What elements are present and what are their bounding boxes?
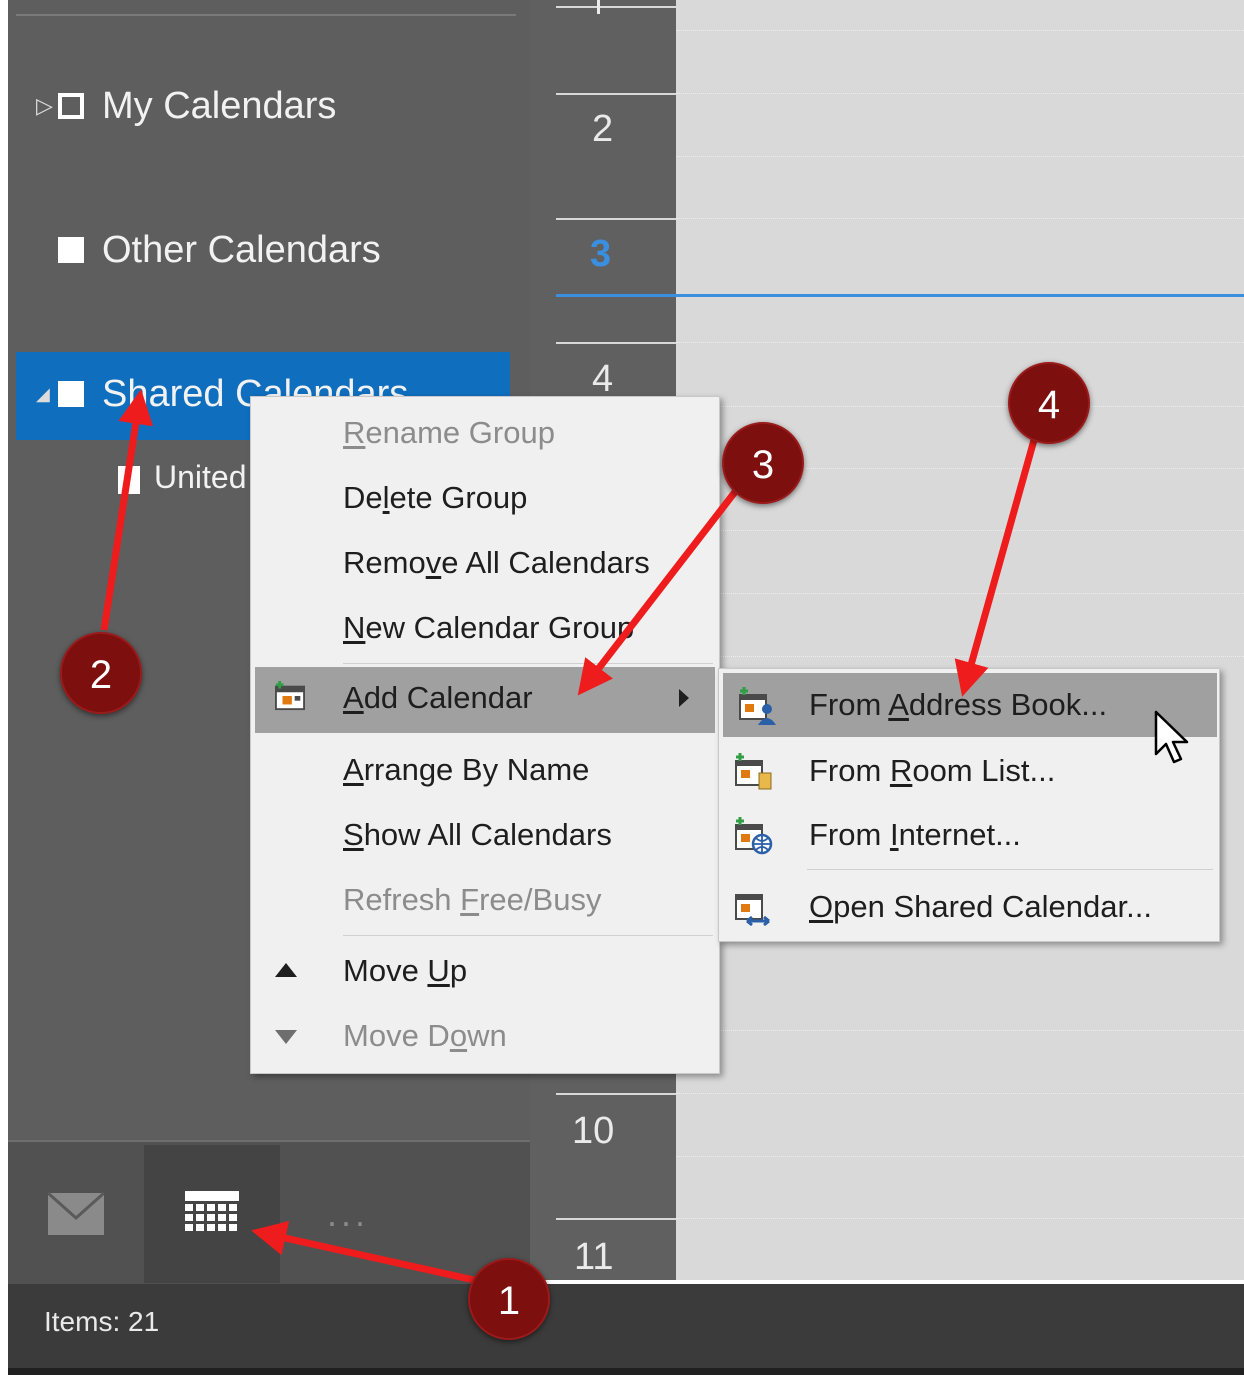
nav-calendar-button[interactable] (144, 1145, 280, 1283)
internet-icon (735, 817, 773, 855)
menu-item-rename-group[interactable]: Rename Group (251, 405, 719, 463)
status-bar: Items: 21 (8, 1284, 1244, 1370)
group-other-calendars[interactable]: Other Calendars (36, 218, 381, 278)
address-book-icon (739, 687, 776, 725)
callout-badge-2: 2 (60, 632, 142, 714)
group-label: Other Calendars (102, 228, 381, 271)
collapse-chevron-icon[interactable]: ◢ (36, 364, 58, 424)
submenu-item-from-internet[interactable]: From Internet... (719, 803, 1219, 867)
menu-item-new-calendar-group[interactable]: New Calendar Group (251, 600, 719, 658)
hour-line (556, 93, 676, 95)
hour-label: 11 (574, 1236, 614, 1278)
submenu-arrow-icon (679, 689, 689, 707)
submenu-item-open-shared-calendar[interactable]: Open Shared Calendar... (719, 875, 1219, 939)
callout-badge-3: 3 (722, 422, 804, 504)
calendar-checkbox[interactable] (118, 465, 140, 494)
expand-chevron-icon[interactable]: ▷ (36, 76, 58, 136)
menu-item-refresh-free-busy[interactable]: Refresh Free/Busy (251, 872, 719, 930)
nav-more-button[interactable]: ... (280, 1145, 416, 1283)
calendar-grid[interactable] (676, 0, 1244, 1280)
nav-mail-button[interactable] (8, 1145, 144, 1283)
submenu-item-from-room-list[interactable]: From Room List... (719, 739, 1219, 803)
hour-line (556, 342, 676, 344)
submenu-item-from-address-book[interactable]: From Address Book... (723, 673, 1217, 737)
group-checkbox[interactable] (58, 92, 84, 119)
shared-calendar-icon (735, 894, 770, 927)
triangle-up-icon (275, 963, 297, 977)
current-hour-label: 3 (590, 233, 612, 275)
add-calendar-icon (275, 681, 305, 711)
shared-calendar-item[interactable]: United (118, 452, 247, 502)
group-checkbox[interactable] (58, 380, 84, 407)
group-my-calendars[interactable]: ▷ My Calendars (36, 74, 336, 134)
calendar-label: United (154, 459, 247, 495)
pane-divider (16, 14, 516, 16)
menu-item-remove-all-calendars[interactable]: Remove All Calendars (251, 535, 719, 593)
menu-item-move-up[interactable]: Move Up (251, 943, 719, 1001)
hour-label: 10 (572, 1110, 615, 1152)
items-count: Items: 21 (44, 1306, 160, 1337)
current-time-line (556, 294, 1244, 297)
hour-label: 4 (592, 358, 614, 400)
menu-item-show-all-calendars[interactable]: Show All Calendars (251, 807, 719, 865)
callout-badge-4: 4 (1008, 362, 1090, 444)
group-checkbox[interactable] (58, 236, 84, 263)
hour-line (556, 1218, 676, 1220)
hour-label: 2 (592, 108, 614, 150)
callout-badge-1: 1 (468, 1258, 550, 1340)
context-menu: Rename Group Delete Group Remove All Cal… (250, 396, 720, 1074)
menu-item-arrange-by-name[interactable]: Arrange By Name (251, 742, 719, 800)
more-icon: ... (326, 1193, 369, 1234)
add-calendar-submenu: From Address Book... From Room List... F… (718, 668, 1220, 942)
mail-icon (47, 1192, 105, 1235)
menu-item-delete-group[interactable]: Delete Group (251, 470, 719, 528)
calendar-icon (185, 1191, 239, 1231)
menu-item-add-calendar[interactable]: Add Calendar (255, 667, 715, 733)
menu-item-move-down[interactable]: Move Down (251, 1008, 719, 1066)
hour-line (556, 218, 676, 220)
hour-line (556, 1093, 676, 1095)
triangle-down-icon (275, 1030, 297, 1044)
mouse-cursor-icon (1154, 710, 1189, 764)
group-label: My Calendars (102, 84, 337, 127)
room-list-icon (735, 753, 772, 790)
